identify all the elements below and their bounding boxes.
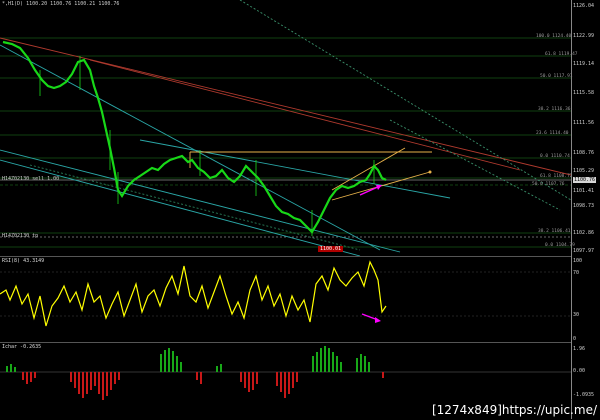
axis-label: 1115.58 bbox=[573, 90, 595, 96]
axis-label: 1098.73 bbox=[573, 203, 595, 209]
price-badge-red: 1100.01 bbox=[318, 246, 344, 252]
axis-label: 1102.86 bbox=[573, 230, 595, 236]
axis-label: 1119.14 bbox=[573, 61, 595, 67]
rsi-axis-label: 70 bbox=[573, 270, 580, 276]
axis-label: 1101.41 bbox=[573, 188, 595, 194]
rsi-axis-label: 30 bbox=[573, 312, 580, 318]
rsi-chart bbox=[0, 260, 571, 327]
fib-level-8: 50.0 1107.76 bbox=[532, 182, 565, 187]
fib-level-5: 23.6 1114.40 bbox=[536, 131, 569, 136]
fib-level-9: 38.2 1106.41 bbox=[538, 229, 571, 234]
order-line-label-tp[interactable]: H14Z02130 tp bbox=[2, 233, 38, 239]
fib-level-1: 100.0 1124.40 bbox=[536, 34, 572, 39]
fib-level-6: 0.0 1110.74 bbox=[540, 154, 570, 159]
fib-level-4: 38.2 1116.36 bbox=[538, 107, 571, 112]
rsi-axis-label: 0 bbox=[573, 336, 577, 342]
osc-axis-label: -1.0935 bbox=[573, 392, 595, 398]
watermark: [1274x849]https://upic.me/ bbox=[431, 403, 597, 417]
axis-label: 1111.56 bbox=[573, 120, 595, 126]
axis-label: 1108.76 bbox=[573, 150, 595, 156]
fib-level-3: 50.0 1117.91 bbox=[540, 74, 573, 79]
price-chart[interactable] bbox=[0, 0, 571, 256]
axis-label: 1126.04 bbox=[573, 3, 595, 9]
rsi-axis-label: 100 bbox=[573, 258, 583, 264]
osc-axis-label: 1.96 bbox=[573, 346, 586, 352]
axis-label: 1097.97 bbox=[573, 248, 595, 254]
axis-label: 1105.29 bbox=[573, 168, 595, 174]
order-line-label-sell[interactable]: H14Z02130 sell 1.00 bbox=[2, 176, 59, 182]
osc-axis-label: 0.00 bbox=[573, 368, 586, 374]
fib-level-7: 61.8 1108.72 bbox=[540, 174, 573, 179]
axis-label: 1122.99 bbox=[573, 33, 595, 39]
